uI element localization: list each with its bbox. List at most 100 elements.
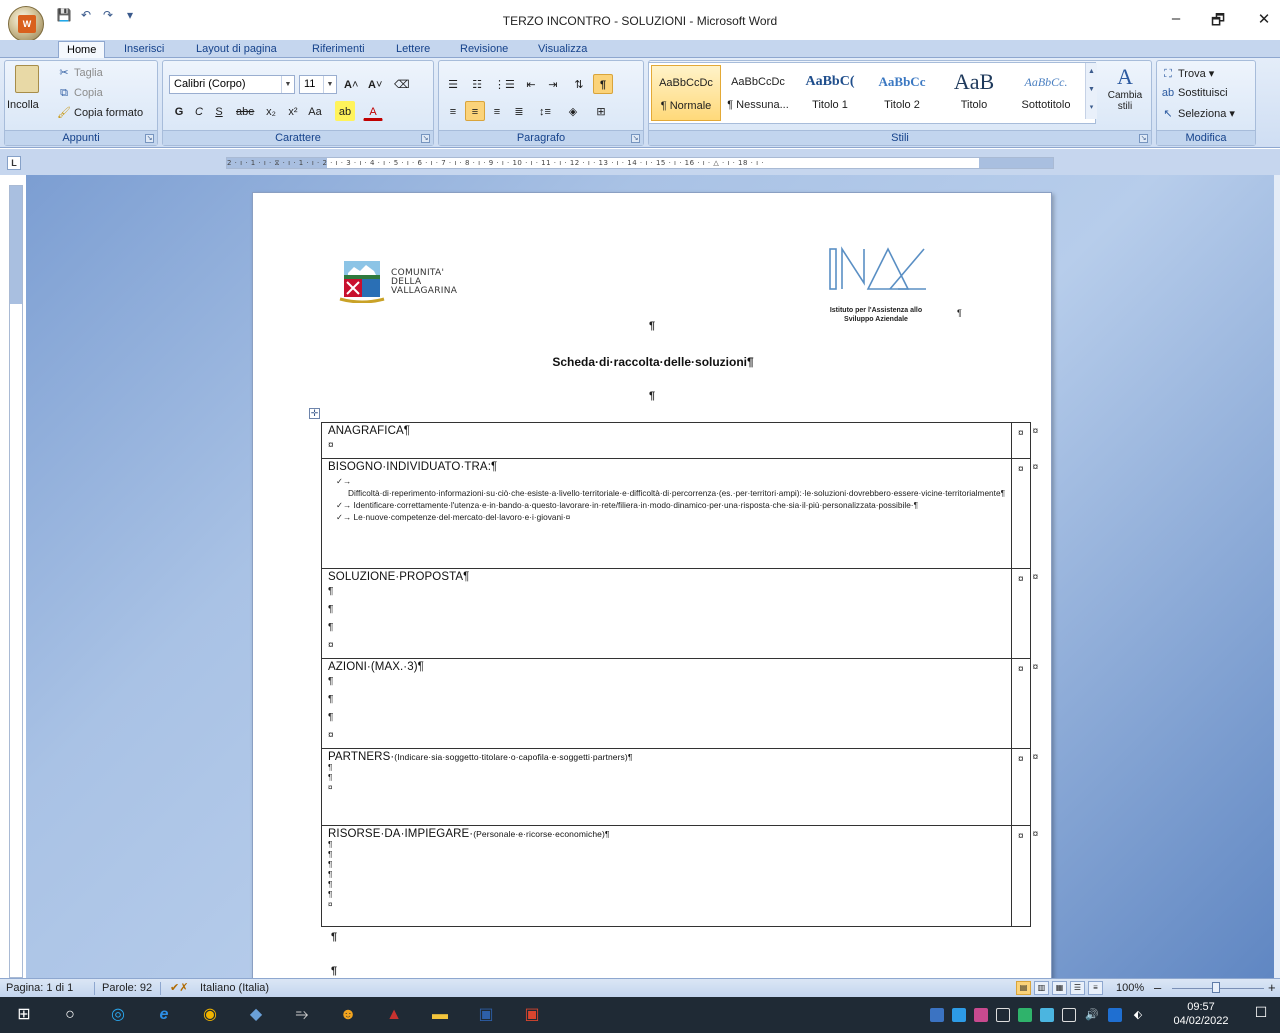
font-name-combo[interactable]: Calibri (Corpo) ▼: [169, 75, 295, 94]
strikethrough-button[interactable]: abe: [233, 101, 257, 121]
show-formatting-marks-icon[interactable]: ¶: [593, 74, 613, 94]
table-cell[interactable]: ¤: [1011, 458, 1031, 569]
change-case-button[interactable]: Aa: [305, 101, 325, 121]
app-icon[interactable]: ▣: [520, 1003, 544, 1027]
close-button[interactable]: ✕: [1254, 10, 1274, 28]
superscript-button[interactable]: x²: [283, 101, 303, 121]
network-icon[interactable]: [1062, 1008, 1076, 1022]
edge-icon[interactable]: ◎: [106, 1003, 130, 1027]
replace-button[interactable]: ab Sostituisci: [1161, 87, 1228, 99]
internet-explorer-icon[interactable]: e: [152, 1003, 176, 1027]
word-taskbar-icon[interactable]: ▣: [474, 1003, 498, 1027]
style-nessuna[interactable]: AaBbCcDc ¶ Nessuna...: [723, 65, 793, 121]
stili-launcher-icon[interactable]: ↘: [1139, 134, 1148, 143]
line-spacing-icon[interactable]: ↕≡: [535, 101, 555, 121]
appunti-launcher-icon[interactable]: ↘: [145, 134, 154, 143]
document-page[interactable]: COMUNITA' DELLA VALLAGARINA Istituto per…: [252, 192, 1052, 978]
align-right-icon[interactable]: ≡: [487, 101, 507, 121]
search-icon[interactable]: ○: [58, 1003, 82, 1027]
table-cell[interactable]: AZIONI·(MAX.·3)¶ ¶ ¶ ¶ ¤: [320, 658, 1013, 749]
minimize-button[interactable]: –: [1166, 10, 1186, 27]
table-cell[interactable]: ¤: [1011, 658, 1031, 749]
subscript-button[interactable]: x₂: [261, 101, 281, 121]
cut-button[interactable]: ✂ Taglia: [57, 67, 102, 79]
table-cell[interactable]: SOLUZIONE·PROPOSTA¶ ¶ ¶ ¶ ¤: [320, 568, 1013, 659]
proofing-icon[interactable]: ✔✗: [170, 981, 188, 996]
volume-icon[interactable]: 🔊: [1084, 1008, 1100, 1022]
select-button[interactable]: ↖ Seleziona ▾: [1161, 107, 1235, 120]
chrome-icon[interactable]: ◉: [198, 1003, 222, 1027]
paragrafo-launcher-icon[interactable]: ↘: [631, 134, 640, 143]
bullets-icon[interactable]: ☰: [443, 74, 463, 94]
tab-visualizza[interactable]: Visualizza: [530, 41, 595, 58]
borders-icon[interactable]: ⊞: [591, 101, 611, 121]
zoom-in-button[interactable]: +: [1268, 981, 1276, 995]
tab-selector[interactable]: L: [7, 156, 21, 170]
vertical-scrollbar[interactable]: [1274, 175, 1280, 978]
zoom-out-button[interactable]: –: [1154, 981, 1161, 995]
highlight-icon[interactable]: ab: [335, 101, 355, 121]
file-explorer-icon[interactable]: ▬: [428, 1003, 452, 1027]
web-layout-icon[interactable]: ▦: [1052, 981, 1067, 995]
zoom-level[interactable]: 100%: [1116, 981, 1144, 996]
tray-icon[interactable]: [1018, 1008, 1032, 1022]
table-cell[interactable]: ¤: [1011, 568, 1031, 659]
style-titolo-2[interactable]: AaBbCc Titolo 2: [867, 65, 937, 121]
notifications-icon[interactable]: ☐: [1252, 1005, 1270, 1019]
tab-home[interactable]: Home: [58, 41, 106, 58]
tray-icon[interactable]: [1040, 1008, 1054, 1022]
bold-button[interactable]: G: [169, 101, 189, 121]
horizontal-ruler[interactable]: 2 · ı · 1 · ı · ⧖ · ı · 1 · ı · 2 · ı · …: [226, 157, 1054, 169]
table-move-handle-icon[interactable]: ✛: [309, 408, 320, 419]
tray-icon[interactable]: [996, 1008, 1010, 1022]
carattere-launcher-icon[interactable]: ↘: [421, 134, 430, 143]
windows-start-icon[interactable]: ⊞: [12, 1003, 36, 1027]
tab-layout[interactable]: Layout di pagina: [188, 41, 285, 58]
shrink-font-button[interactable]: A˅: [365, 74, 385, 94]
numbering-icon[interactable]: ☷: [467, 74, 487, 94]
multilevel-list-icon[interactable]: ⋮☰: [491, 74, 518, 94]
page-count[interactable]: Pagina: 1 di 1: [6, 981, 73, 996]
copy-button[interactable]: ⧉ Copia: [57, 87, 103, 99]
find-button[interactable]: ⛶ Trova ▾: [1161, 67, 1214, 80]
tab-revisione[interactable]: Revisione: [452, 41, 516, 58]
shading-icon[interactable]: ◈: [563, 101, 583, 121]
decrease-indent-icon[interactable]: ⇤: [521, 74, 541, 94]
paste-button[interactable]: Incolla: [7, 99, 39, 111]
sort-icon[interactable]: ⇅: [569, 74, 589, 94]
table-cell[interactable]: ¤: [1011, 825, 1031, 927]
vertical-ruler[interactable]: [9, 185, 23, 978]
zoom-slider-thumb[interactable]: [1212, 982, 1220, 993]
font-color-icon[interactable]: A: [363, 101, 383, 121]
app-icon[interactable]: ▲: [382, 1003, 406, 1027]
increase-indent-icon[interactable]: ⇥: [543, 74, 563, 94]
style-normale[interactable]: AaBbCcDc ¶ Normale: [651, 65, 721, 121]
tray-icon[interactable]: [930, 1008, 944, 1022]
clock[interactable]: 09:57 04/02/2022: [1168, 1000, 1234, 1028]
table-cell[interactable]: RISORSE·DA·IMPIEGARE·(Personale·e·ricors…: [320, 825, 1013, 927]
tab-riferimenti[interactable]: Riferimenti: [304, 41, 373, 58]
font-size-combo[interactable]: 11 ▼: [299, 75, 337, 94]
justify-icon[interactable]: ≣: [509, 101, 529, 121]
tray-icon[interactable]: [1108, 1008, 1122, 1022]
table-cell[interactable]: PARTNERS·(Indicare·sia·soggetto·titolare…: [320, 748, 1013, 826]
table-cell[interactable]: BISOGNO·INDIVIDUATO·TRA:¶ ✓→ Difficoltà·…: [320, 458, 1013, 569]
style-titolo[interactable]: AaB Titolo: [939, 65, 1009, 121]
italic-button[interactable]: C: [189, 101, 209, 121]
draft-icon[interactable]: ≡: [1088, 981, 1103, 995]
align-center-icon[interactable]: ≡: [465, 101, 485, 121]
styles-scroll[interactable]: ▲ ▼ ▾: [1085, 63, 1097, 119]
style-titolo-1[interactable]: AaBbC( Titolo 1: [795, 65, 865, 121]
outline-icon[interactable]: ☰: [1070, 981, 1085, 995]
tray-icon[interactable]: ⬖: [1130, 1008, 1146, 1022]
change-styles-button[interactable]: A Cambia stili: [1104, 64, 1146, 112]
language-indicator[interactable]: Italiano (Italia): [200, 981, 269, 996]
format-painter-button[interactable]: 🖌 Copia formato: [57, 107, 143, 119]
full-screen-reading-icon[interactable]: ▥: [1034, 981, 1049, 995]
table-cell[interactable]: ANAGRAFICA¶ ¤: [320, 422, 1013, 459]
restore-button[interactable]: 🗗: [1208, 10, 1228, 35]
style-sottotitolo[interactable]: AaBbCc. Sottotitolo: [1011, 65, 1081, 121]
app-icon[interactable]: ◆: [244, 1003, 268, 1027]
tray-icon[interactable]: [952, 1008, 966, 1022]
app-icon[interactable]: ⥱: [290, 1003, 314, 1027]
